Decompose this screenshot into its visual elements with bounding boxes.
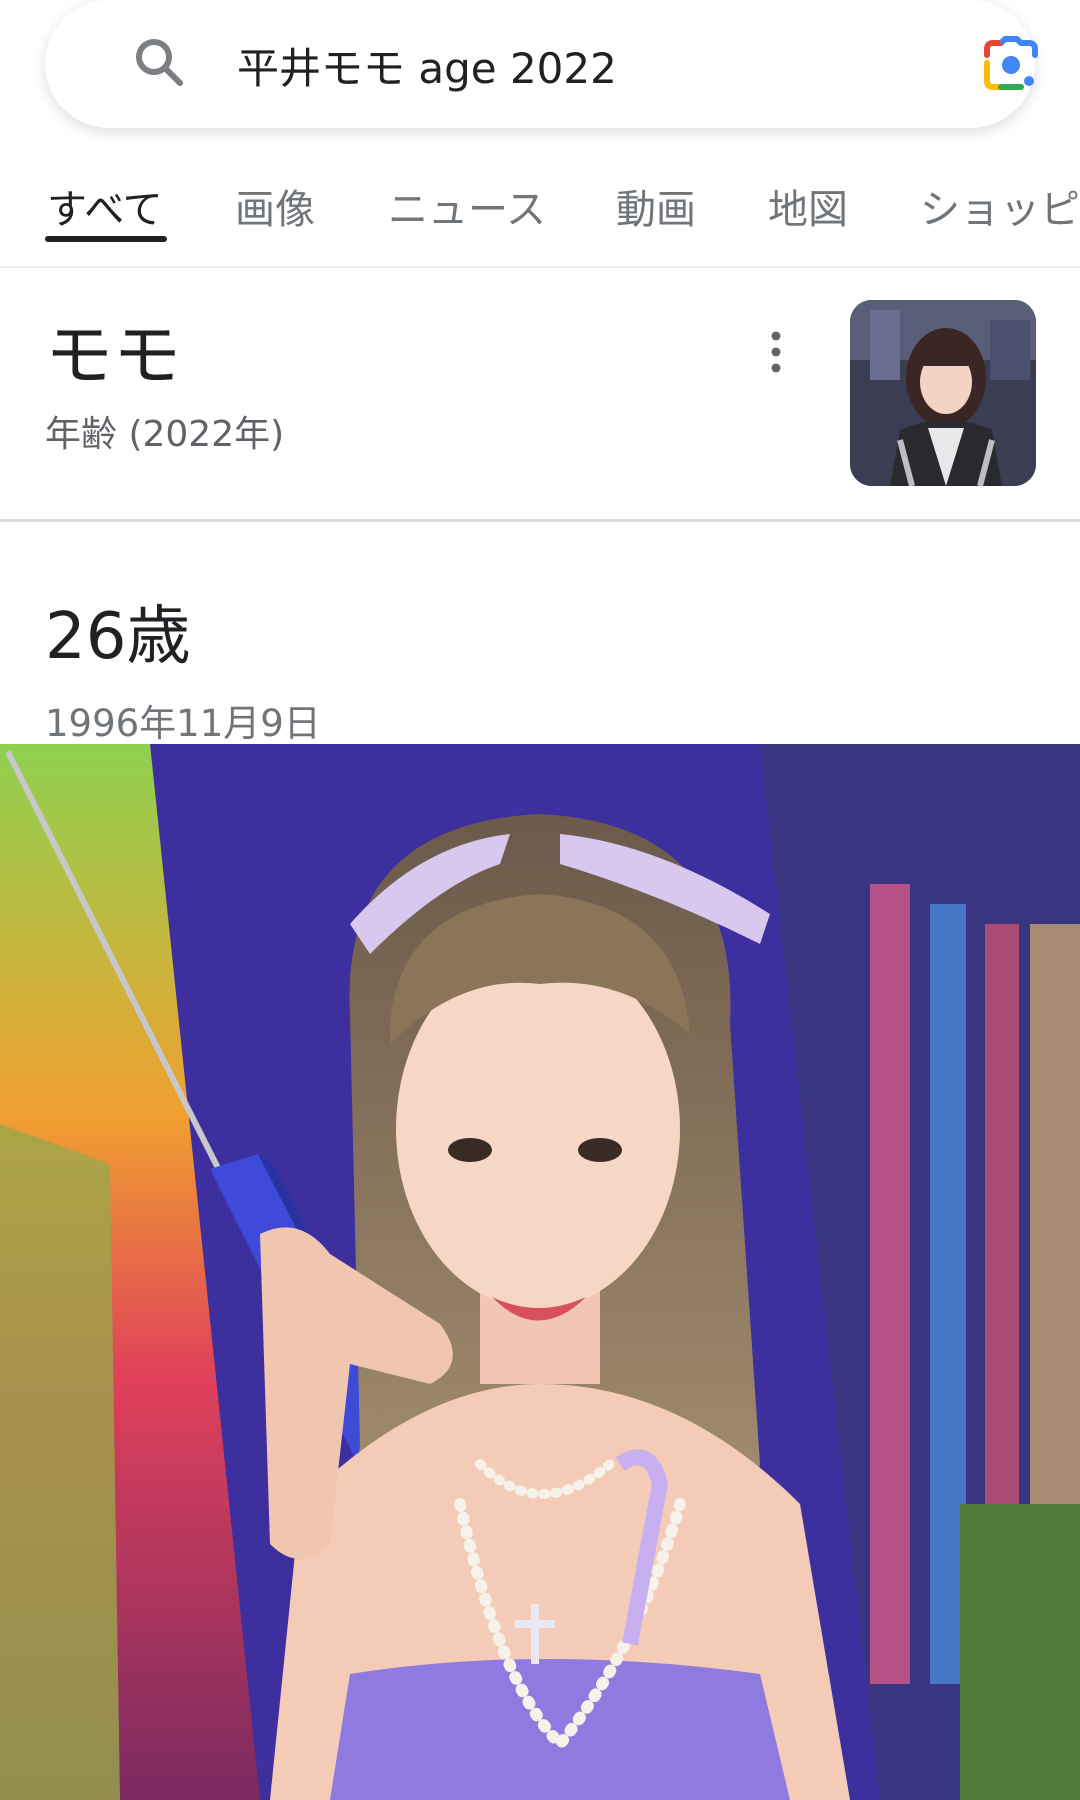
entity-thumbnail-image[interactable]: [850, 300, 1036, 486]
tabs-divider: [0, 266, 1080, 268]
tab-all[interactable]: すべて: [47, 177, 163, 235]
search-icon[interactable]: [130, 33, 190, 93]
search-bar[interactable]: 平井モモ age 2022: [45, 0, 1038, 128]
tab-shopping[interactable]: ショッピ: [920, 177, 1080, 235]
active-tab-indicator: [45, 236, 167, 242]
age-answer: 26歳: [45, 600, 191, 674]
tab-maps[interactable]: 地図: [768, 177, 848, 235]
entity-subtitle: 年齢 (2022年): [45, 414, 285, 455]
search-tabs: すべて 画像 ニュース 動画 地図 ショッピ: [0, 160, 1080, 266]
google-lens-icon[interactable]: [979, 33, 1043, 97]
tab-images[interactable]: 画像: [235, 177, 315, 235]
tab-videos[interactable]: 動画: [616, 177, 696, 235]
search-input[interactable]: 平井モモ age 2022: [237, 35, 617, 96]
featured-photo[interactable]: [0, 744, 1080, 1800]
more-vertical-icon[interactable]: [758, 326, 794, 378]
tab-news[interactable]: ニュース: [388, 177, 546, 235]
entity-title: モモ: [45, 317, 182, 396]
birth-date: 1996年11月9日: [45, 702, 321, 745]
section-divider: [0, 519, 1080, 522]
